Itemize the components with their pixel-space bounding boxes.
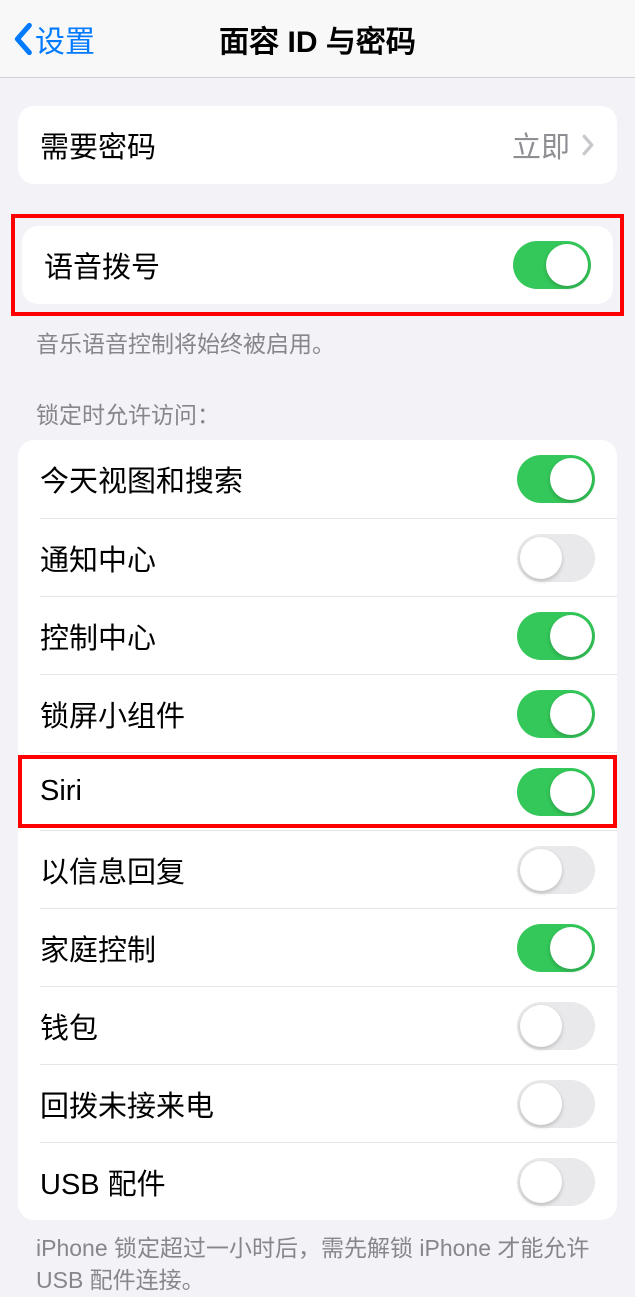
lock-access-row: Siri [40,752,617,830]
lock-access-section: 今天视图和搜索通知中心控制中心锁屏小组件 Siri 以信息回复家庭控制钱包回拨未接来… [18,440,617,1220]
lock-access-toggle[interactable] [517,690,595,738]
toggle-knob [550,927,592,969]
lock-access-row: 家庭控制 [40,908,617,986]
toggle-knob [520,1161,562,1203]
lock-access-row: 以信息回复 [40,830,617,908]
lock-access-toggle[interactable] [517,612,595,660]
lock-access-label: 控制中心 [40,615,517,657]
chevron-left-icon [12,22,33,56]
lock-access-label: Siri [40,775,517,808]
lock-access-label: 回拨未接来电 [40,1083,517,1125]
toggle-knob [546,244,588,286]
lock-access-toggle[interactable] [517,455,595,503]
require-passcode-section: 需要密码 立即 [18,106,617,184]
toggle-knob [520,1005,562,1047]
navigation-bar: 设置 面容 ID 与密码 [0,0,635,78]
lock-access-toggle[interactable] [517,846,595,894]
page-title: 面容 ID 与密码 [219,17,416,61]
require-passcode-value: 立即 [512,124,570,166]
toggle-knob [550,458,592,500]
voice-dial-highlight: 语音拨号 [11,214,624,316]
toggle-knob [520,537,562,579]
back-label: 设置 [35,17,95,61]
voice-dial-section: 语音拨号 [22,226,613,304]
toggle-knob [520,849,562,891]
lock-access-toggle[interactable] [517,1158,595,1206]
lock-access-row: 今天视图和搜索 [18,440,617,518]
back-button[interactable]: 设置 [0,17,95,61]
lock-access-label: 今天视图和搜索 [40,458,517,500]
lock-access-label: 钱包 [40,1005,517,1047]
toggle-knob [550,615,592,657]
lock-access-row: 锁屏小组件 [40,674,617,752]
voice-dial-footer: 音乐语音控制将始终被启用。 [36,328,599,360]
lock-access-row: USB 配件 [40,1142,617,1220]
chevron-right-icon [582,134,595,156]
toggle-knob [550,693,592,735]
lock-access-header: 锁定时允许访问： [36,396,599,430]
lock-access-toggle[interactable] [517,1080,595,1128]
lock-access-toggle[interactable] [517,1002,595,1050]
lock-access-row: 回拨未接来电 [40,1064,617,1142]
lock-access-toggle[interactable] [517,924,595,972]
voice-dial-row: 语音拨号 [22,226,613,304]
toggle-knob [550,771,592,813]
lock-access-row: 钱包 [40,986,617,1064]
lock-access-label: 以信息回复 [40,849,517,891]
lock-access-toggle[interactable] [517,768,595,816]
toggle-knob [520,1083,562,1125]
lock-access-row: 控制中心 [40,596,617,674]
lock-access-footer: iPhone 锁定超过一小时后，需先解锁 iPhone 才能允许 USB 配件连… [36,1232,599,1296]
lock-access-label: 通知中心 [40,537,517,579]
lock-access-label: USB 配件 [40,1161,517,1203]
require-passcode-row[interactable]: 需要密码 立即 [18,106,617,184]
lock-access-label: 锁屏小组件 [40,693,517,735]
lock-access-toggle[interactable] [517,534,595,582]
voice-dial-label: 语音拨号 [44,244,513,286]
lock-access-label: 家庭控制 [40,927,517,969]
require-passcode-label: 需要密码 [40,124,512,166]
lock-access-row: 通知中心 [40,518,617,596]
voice-dial-toggle[interactable] [513,241,591,289]
